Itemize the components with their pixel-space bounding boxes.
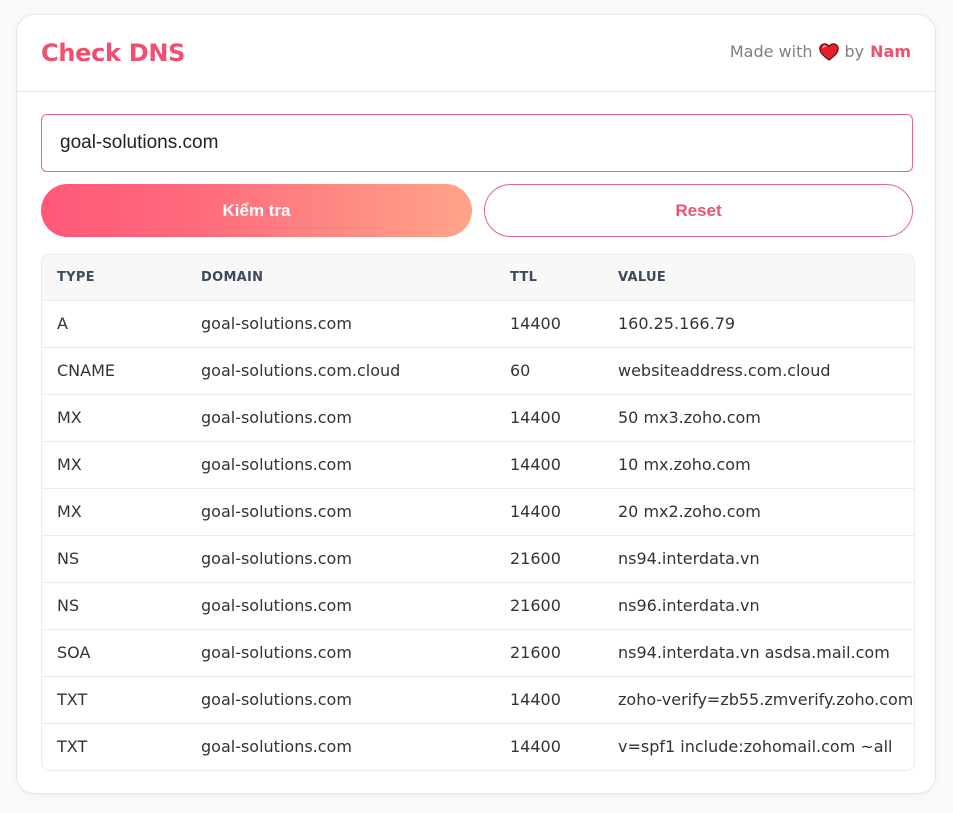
check-button[interactable]: Kiểm tra xyxy=(41,184,472,237)
cell-ttl: 14400 xyxy=(510,737,561,757)
cell-type: CNAME xyxy=(57,361,115,380)
cell-domain: goal-solutions.com xyxy=(201,408,352,427)
column-header-ttl: TTL xyxy=(510,269,538,285)
cell-value: ns94.interdata.vn asdsa.mail.com xyxy=(618,643,890,662)
cell-domain: goal-solutions.com xyxy=(201,596,352,615)
cell-ttl: 21600 xyxy=(510,643,561,662)
cell-type: TXT xyxy=(57,690,88,709)
cell-type: MX xyxy=(57,455,82,474)
cell-value: 20 mx2.zoho.com xyxy=(618,502,761,521)
cell-value: 50 mx3.zoho.com xyxy=(618,408,761,427)
table-row: NS goal-solutions.com 21600 ns94.interda… xyxy=(42,535,914,582)
table-row: NS goal-solutions.com 21600 ns96.interda… xyxy=(42,582,914,629)
cell-domain: goal-solutions.com xyxy=(201,643,352,662)
credit: Made with by Nam xyxy=(730,42,911,61)
column-header-type: TYPE xyxy=(57,269,95,285)
cell-domain: goal-solutions.com xyxy=(201,502,352,521)
cell-value: 160.25.166.79 xyxy=(618,314,736,333)
table-row: TXT goal-solutions.com 14400 zoho-verify… xyxy=(42,676,914,723)
domain-input[interactable] xyxy=(41,114,913,172)
cell-ttl: 14400 xyxy=(510,502,561,521)
cell-type: SOA xyxy=(57,643,91,662)
table-row: SOA goal-solutions.com 21600 ns94.interd… xyxy=(42,629,914,676)
credit-prefix: Made with xyxy=(729,42,813,61)
cell-domain: goal-solutions.com xyxy=(201,314,352,333)
cell-type: MX xyxy=(57,502,82,521)
cell-ttl: 14400 xyxy=(510,314,561,333)
column-header-value: VALUE xyxy=(618,269,666,285)
domain-input-wrapper xyxy=(41,114,913,172)
cell-ttl: 21600 xyxy=(510,549,561,568)
credit-author: Nam xyxy=(870,42,911,61)
cell-domain: goal-solutions.com.cloud xyxy=(201,361,401,380)
dns-checker-card: Check DNS Made with by Nam Kiểm tra Rese… xyxy=(16,14,936,794)
header: Check DNS Made with by Nam xyxy=(17,15,935,92)
cell-domain: goal-solutions.com xyxy=(201,455,352,474)
table-row: MX goal-solutions.com 14400 10 mx.zoho.c… xyxy=(42,441,914,488)
dns-records-table: TYPE DOMAIN TTL VALUE A goal-solutions.c… xyxy=(41,254,915,771)
cell-domain: goal-solutions.com xyxy=(201,549,352,568)
credit-by: by xyxy=(844,42,865,61)
cell-domain: goal-solutions.com xyxy=(201,690,352,709)
cell-value: zoho-verify=zb55.zmverify.zoho.com xyxy=(618,690,914,709)
column-header-domain: DOMAIN xyxy=(201,269,264,285)
cell-type: NS xyxy=(57,549,80,568)
cell-value: 10 mx.zoho.com xyxy=(618,455,751,474)
table-row: MX goal-solutions.com 14400 20 mx2.zoho.… xyxy=(42,488,914,535)
cell-ttl: 14400 xyxy=(510,690,561,709)
table-row: MX goal-solutions.com 14400 50 mx3.zoho.… xyxy=(42,394,914,441)
cell-value: ns96.interdata.vn xyxy=(618,596,760,615)
cell-ttl: 60 xyxy=(510,361,531,380)
heart-icon xyxy=(818,42,839,61)
cell-type: MX xyxy=(57,408,82,427)
cell-type: NS xyxy=(57,596,80,615)
reset-button[interactable]: Reset xyxy=(484,184,913,237)
cell-ttl: 14400 xyxy=(510,455,561,474)
cell-ttl: 21600 xyxy=(510,596,561,615)
table-row: A goal-solutions.com 14400 160.25.166.79 xyxy=(42,300,914,347)
cell-ttl: 14400 xyxy=(510,408,561,427)
table-row: CNAME goal-solutions.com.cloud 60 websit… xyxy=(42,347,914,394)
cell-value: websiteaddress.com.cloud xyxy=(618,361,831,380)
cell-value: ns94.interdata.vn xyxy=(618,549,760,568)
cell-value: v=spf1 include:zohomail.com ~all xyxy=(618,737,893,757)
table-header-row: TYPE DOMAIN TTL VALUE xyxy=(42,255,914,300)
table-row: TXT goal-solutions.com 14400 v=spf1 incl… xyxy=(42,723,914,770)
cell-type: A xyxy=(57,314,68,333)
cell-domain: goal-solutions.com xyxy=(201,737,352,757)
page-title: Check DNS xyxy=(41,39,186,67)
cell-type: TXT xyxy=(57,737,88,757)
